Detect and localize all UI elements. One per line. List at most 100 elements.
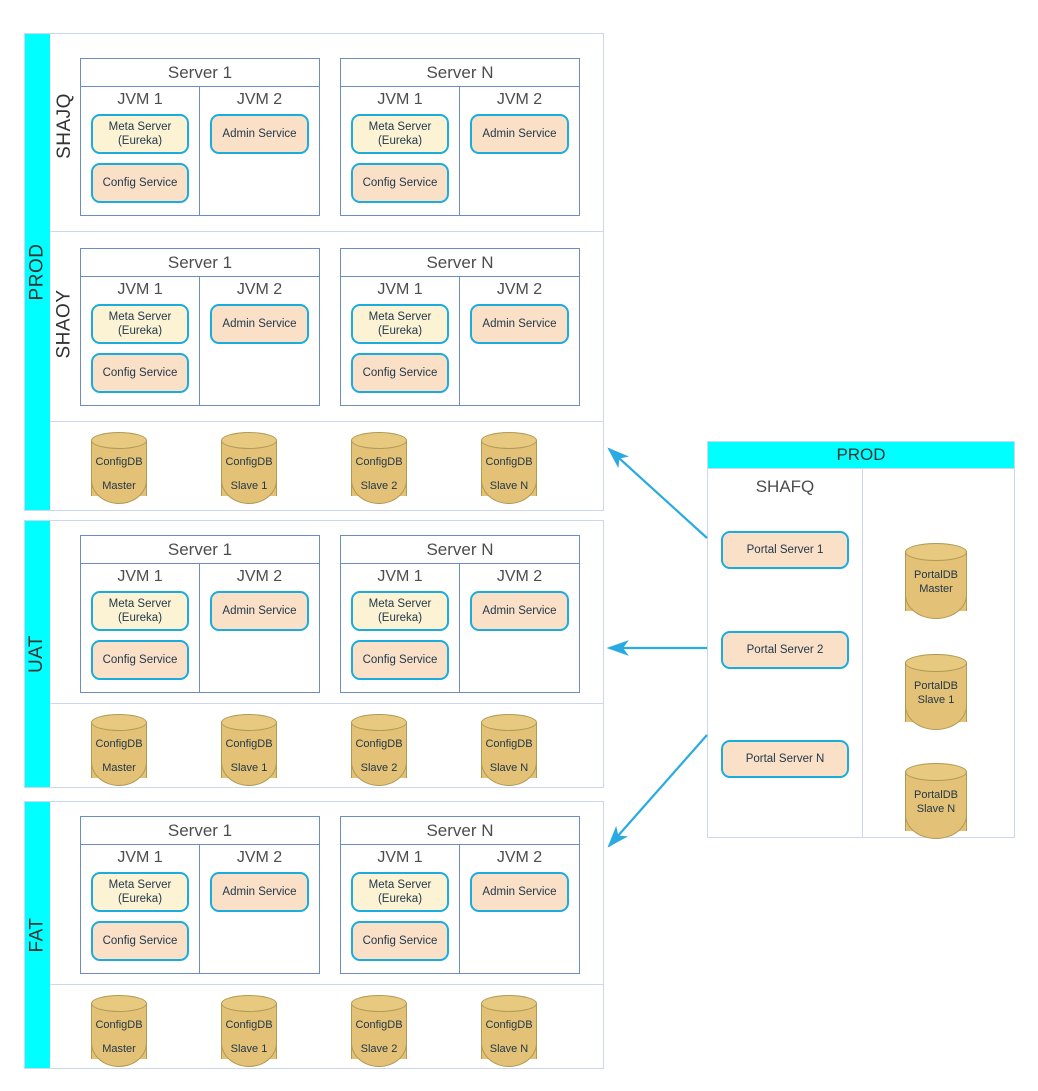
service-config-service[interactable]: Config Service <box>351 163 449 203</box>
database-cylinder[interactable]: ConfigDB Slave 1 <box>221 714 277 786</box>
portal-panel-prod: PROD SHAFQ Portal Server 1 Portal Server… <box>707 441 1015 838</box>
jvm-title: JVM 1 <box>81 564 199 589</box>
env-label-uat: UAT <box>27 635 49 673</box>
service-meta-server[interactable]: Meta Server (Eureka) <box>351 304 449 344</box>
service-config-service[interactable]: Config Service <box>91 163 189 203</box>
jvm-panel: JVM 2 Admin Service <box>200 845 319 974</box>
cylinder-top <box>481 995 537 1012</box>
db-name: ConfigDB <box>351 1019 407 1032</box>
service-meta-server[interactable]: Meta Server (Eureka) <box>91 304 189 344</box>
portal-database-cylinder[interactable]: PortalDB Master <box>905 543 967 621</box>
portal-server-2[interactable]: Portal Server 2 <box>721 631 849 669</box>
service-admin-service[interactable]: Admin Service <box>210 591 309 631</box>
section-divider <box>50 421 604 422</box>
service-config-service[interactable]: Config Service <box>91 640 189 680</box>
jvm-panel: JVM 1 Meta Server (Eureka) Config Servic… <box>81 564 200 693</box>
service-meta-server[interactable]: Meta Server (Eureka) <box>351 591 449 631</box>
cylinder-bottom <box>905 595 967 619</box>
service-meta-server[interactable]: Meta Server (Eureka) <box>351 114 449 154</box>
service-config-service[interactable]: Config Service <box>351 353 449 393</box>
sub-env-label-shaoy: SHAOY <box>50 232 80 416</box>
environment-prod: PROD SHAJQ Server 1 JVM 1 Meta Server (E… <box>24 33 604 511</box>
service-admin-service[interactable]: Admin Service <box>470 304 569 344</box>
service-config-service[interactable]: Config Service <box>351 640 449 680</box>
db-role: Master <box>91 1043 147 1056</box>
service-meta-server[interactable]: Meta Server (Eureka) <box>351 872 449 912</box>
jvm-panel: JVM 1 Meta Server (Eureka) Config Servic… <box>341 845 460 974</box>
service-admin-service[interactable]: Admin Service <box>210 872 309 912</box>
section-divider <box>50 984 604 985</box>
database-cylinder[interactable]: ConfigDB Slave 2 <box>351 714 407 786</box>
service-admin-service[interactable]: Admin Service <box>470 872 569 912</box>
db-role: Slave 1 <box>221 480 277 493</box>
portal-server-n[interactable]: Portal Server N <box>721 740 849 778</box>
server-title: Server 1 <box>81 817 319 845</box>
db-name: ConfigDB <box>481 738 537 751</box>
env-label-prod: PROD <box>27 244 49 301</box>
service-admin-service[interactable]: Admin Service <box>470 114 569 154</box>
db-name: ConfigDB <box>91 456 147 469</box>
db-name: PortalDB <box>905 680 967 693</box>
db-role: Slave 1 <box>221 762 277 775</box>
section-divider <box>50 703 604 704</box>
jvm-title: JVM 2 <box>200 87 319 112</box>
database-cylinder[interactable]: ConfigDB Slave N <box>481 995 537 1067</box>
jvm-title: JVM 1 <box>81 87 199 112</box>
service-meta-server[interactable]: Meta Server (Eureka) <box>91 872 189 912</box>
service-admin-service[interactable]: Admin Service <box>210 304 309 344</box>
service-config-service[interactable]: Config Service <box>91 353 189 393</box>
db-name: ConfigDB <box>91 738 147 751</box>
portal-database-cylinder[interactable]: PortalDB Slave 1 <box>905 654 967 732</box>
database-cylinder[interactable]: ConfigDB Slave 1 <box>221 995 277 1067</box>
database-cylinder[interactable]: ConfigDB Slave N <box>481 432 537 504</box>
database-cylinder[interactable]: ConfigDB Master <box>91 714 147 786</box>
cylinder-top <box>91 432 147 449</box>
jvm-title: JVM 2 <box>460 564 579 589</box>
jvm-panel: JVM 2 Admin Service <box>200 277 319 406</box>
service-admin-service[interactable]: Admin Service <box>210 114 309 154</box>
db-role: Master <box>905 583 967 596</box>
service-admin-service[interactable]: Admin Service <box>470 591 569 631</box>
db-name: PortalDB <box>905 569 967 582</box>
database-cylinder[interactable]: ConfigDB Slave 2 <box>351 995 407 1067</box>
database-cylinder[interactable]: ConfigDB Slave 2 <box>351 432 407 504</box>
jvm-panel: JVM 2 Admin Service <box>200 564 319 693</box>
db-name: ConfigDB <box>351 738 407 751</box>
db-role: Slave N <box>481 1043 537 1056</box>
db-role: Master <box>91 762 147 775</box>
service-config-service[interactable]: Config Service <box>91 921 189 961</box>
db-name: ConfigDB <box>221 1019 277 1032</box>
database-cylinder[interactable]: ConfigDB Slave N <box>481 714 537 786</box>
cylinder-top <box>351 432 407 449</box>
architecture-diagram: PROD SHAJQ Server 1 JVM 1 Meta Server (E… <box>0 0 1038 1091</box>
db-name: ConfigDB <box>221 456 277 469</box>
database-cylinder[interactable]: ConfigDB Master <box>91 995 147 1067</box>
db-role: Slave N <box>481 480 537 493</box>
db-role: Slave 1 <box>221 1043 277 1056</box>
portal-server-1[interactable]: Portal Server 1 <box>721 531 849 569</box>
service-meta-server[interactable]: Meta Server (Eureka) <box>91 591 189 631</box>
server-box-uat-servern: Server N JVM 1 Meta Server (Eureka) Conf… <box>340 535 580 693</box>
database-cylinder[interactable]: ConfigDB Master <box>91 432 147 504</box>
cylinder-top <box>905 543 967 561</box>
jvm-panel: JVM 2 Admin Service <box>460 87 579 216</box>
cylinder-bottom <box>905 706 967 730</box>
service-config-service[interactable]: Config Service <box>351 921 449 961</box>
env-strip-prod: PROD <box>25 34 50 510</box>
cylinder-top <box>221 995 277 1012</box>
database-cylinder[interactable]: ConfigDB Slave 1 <box>221 432 277 504</box>
arrow-portal1-to-prod <box>609 449 707 538</box>
cylinder-top <box>351 714 407 731</box>
jvm-title: JVM 1 <box>341 277 459 302</box>
portal-database-cylinder[interactable]: PortalDB Slave N <box>905 763 967 841</box>
environment-fat: FAT Server 1 JVM 1 Meta Server (Eureka) … <box>24 801 604 1069</box>
server-box-prod-shajq-server1: Server 1 JVM 1 Meta Server (Eureka) Conf… <box>80 58 320 216</box>
cylinder-top <box>481 714 537 731</box>
db-name: ConfigDB <box>221 738 277 751</box>
jvm-panel: JVM 1 Meta Server (Eureka) Config Servic… <box>341 87 460 216</box>
db-role: Slave 2 <box>351 480 407 493</box>
server-box-fat-server1: Server 1 JVM 1 Meta Server (Eureka) Conf… <box>80 816 320 974</box>
arrow-portaln-to-fat <box>609 735 707 846</box>
service-meta-server[interactable]: Meta Server (Eureka) <box>91 114 189 154</box>
jvm-title: JVM 1 <box>341 564 459 589</box>
